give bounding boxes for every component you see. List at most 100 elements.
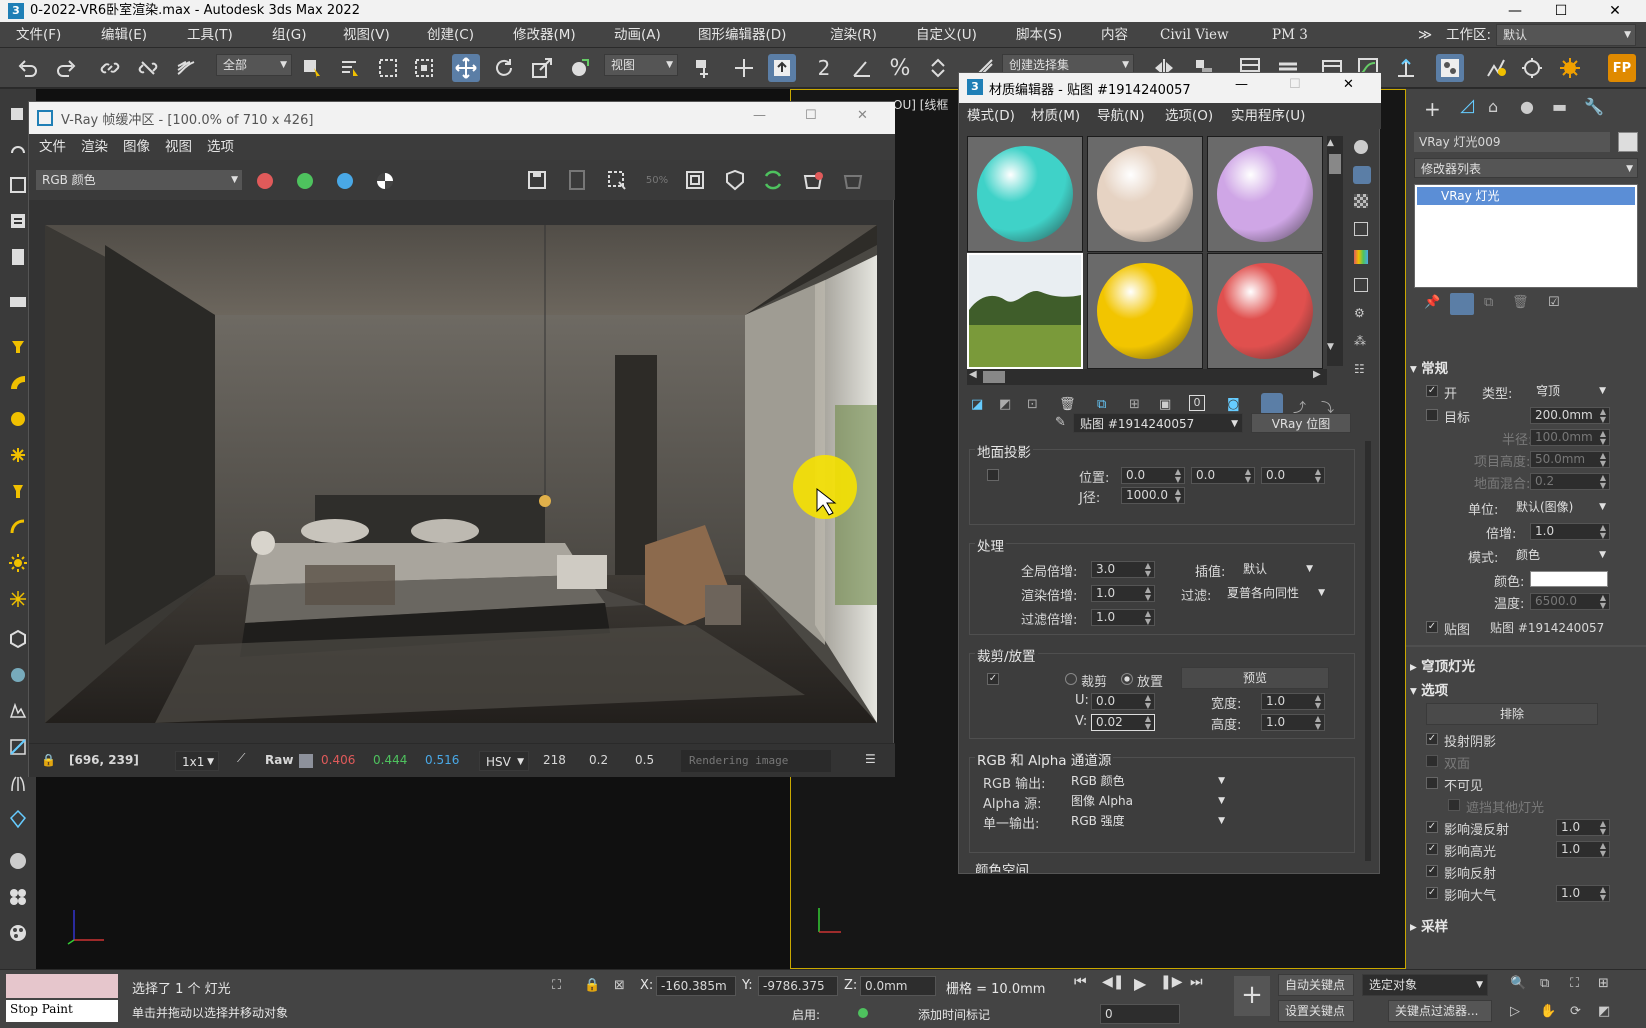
maxscript-mini-listener[interactable]: Stop Paint <box>6 1000 118 1022</box>
create-geometry-icon[interactable] <box>6 101 30 125</box>
vray-material-sphere-icon[interactable] <box>6 849 30 873</box>
vray-plane-icon[interactable] <box>6 371 30 395</box>
render-production-icon[interactable] <box>1556 54 1584 82</box>
u-field[interactable]: 0.0 ▲ ▼ <box>1091 693 1155 710</box>
enable-indicator-icon[interactable] <box>858 1008 868 1018</box>
menu-graph-editors[interactable]: 图形编辑器(D) <box>698 22 786 48</box>
params-scrollbar[interactable] <box>1365 441 1371 861</box>
slots-hscroll[interactable]: ◀ ▶ <box>967 369 1327 385</box>
pin-stack-icon[interactable]: 📌 <box>1424 295 1440 310</box>
camera-tool-icon[interactable] <box>6 289 30 313</box>
material-slot-4-selected[interactable] <box>967 253 1083 369</box>
unlink-icon[interactable] <box>134 54 162 82</box>
width-field[interactable]: 1.0 ▲ ▼ <box>1261 693 1325 710</box>
rect-select-icon[interactable] <box>374 54 402 82</box>
vfb-menu-file[interactable]: 文件 <box>39 134 66 160</box>
color-mode-dropdown[interactable]: HSV ▼ <box>479 751 529 771</box>
uv-tiling-icon[interactable] <box>1354 222 1368 236</box>
menu-animation[interactable]: 动画(A) <box>614 22 661 48</box>
maximize-viewport-icon[interactable]: ◩ <box>1598 1004 1610 1019</box>
doc-tool-icon[interactable] <box>6 245 30 269</box>
material-slot-3[interactable] <box>1207 136 1323 252</box>
map-name-field[interactable]: 贴图 #1914240057 ▼ <box>1073 413 1243 433</box>
light-type-dropdown[interactable]: 穹顶 ▼ <box>1530 381 1610 401</box>
set-key-icon[interactable]: + <box>1234 976 1270 1016</box>
list-tool-icon[interactable] <box>6 209 30 233</box>
selection-lock-icon[interactable]: 🔒 <box>584 978 600 993</box>
set-key-button[interactable]: 设置关键点 <box>1278 1000 1354 1022</box>
vray-ambient-icon[interactable] <box>6 587 30 611</box>
radius-field[interactable]: 1000.0 ▲ ▼ <box>1121 487 1185 504</box>
material-map-navigator-icon[interactable]: ☷ <box>1354 362 1368 376</box>
render-frame-window-icon[interactable] <box>1518 54 1546 82</box>
percent-snap-icon[interactable]: % <box>886 54 914 82</box>
scale-tool-icon[interactable] <box>528 54 556 82</box>
effects-channel-icon[interactable]: 0 <box>1189 395 1205 411</box>
target-checkbox[interactable] <box>1426 409 1438 421</box>
show-end-result-toggle-icon[interactable] <box>1450 293 1474 315</box>
vray-palette-icon[interactable] <box>6 921 30 945</box>
configure-modifier-sets-icon[interactable]: ☑ <box>1548 295 1560 310</box>
position-y-field[interactable]: 0.0 ▲ ▼ <box>1191 467 1255 484</box>
render-setup-icon[interactable] <box>1482 54 1510 82</box>
general-rollout-toggle[interactable]: ▾ 常规 <box>1410 357 1448 377</box>
current-frame-field[interactable]: 0 <box>1100 1004 1180 1024</box>
affect-reflections-checkbox[interactable]: ✓ <box>1426 865 1438 877</box>
menu-create[interactable]: 创建(C) <box>427 22 474 48</box>
menu-group[interactable]: 组(G) <box>272 22 307 48</box>
absolute-mode-icon[interactable]: ⊠ <box>614 978 625 993</box>
ground-projection-checkbox[interactable] <box>987 469 999 481</box>
menu-customize[interactable]: 自定义(U) <box>916 22 977 48</box>
menu-content[interactable]: 内容 <box>1101 22 1128 48</box>
angle-snap-icon[interactable] <box>848 54 876 82</box>
region-render-icon[interactable] <box>603 166 631 194</box>
menu-overflow-icon[interactable]: ≫ <box>1418 22 1432 48</box>
redo-icon[interactable] <box>52 54 80 82</box>
auto-key-button[interactable]: 自动关键点 <box>1278 974 1354 996</box>
modifier-stack-item[interactable]: VRay 灯光 <box>1417 187 1635 205</box>
vray-ies-icon[interactable] <box>6 443 30 467</box>
target-distance-field[interactable]: 200.0mm ▲ ▼ <box>1530 407 1610 424</box>
mated-minimize-icon[interactable]: — <box>1235 77 1248 92</box>
dome-light-rollout-toggle[interactable]: ▸ 穹顶灯光 <box>1410 655 1475 675</box>
orbit-icon[interactable]: ⟳ <box>1570 1004 1581 1019</box>
mated-menu-material[interactable]: 材质(M) <box>1031 103 1080 129</box>
link-icon[interactable] <box>96 54 124 82</box>
vray-decal-icon[interactable] <box>6 807 30 831</box>
background-icon[interactable] <box>1354 194 1368 208</box>
multiplier-field[interactable]: 1.0 ▲ ▼ <box>1530 523 1610 540</box>
vray-grass-icon[interactable] <box>6 771 30 795</box>
position-z-field[interactable]: 0.0 ▲ ▼ <box>1261 467 1325 484</box>
mode-dropdown[interactable]: 颜色 ▼ <box>1510 545 1610 565</box>
options-icon[interactable]: ⚙ <box>1354 306 1368 320</box>
vray-sphere-icon[interactable] <box>6 407 30 431</box>
alpha-source-dropdown[interactable]: 图像 Alpha ▼ <box>1065 791 1229 809</box>
window-crossing-icon[interactable] <box>410 54 438 82</box>
height-field[interactable]: 1.0 ▲ ▼ <box>1261 714 1325 731</box>
y-coord-field[interactable]: -9786.375 <box>758 976 838 996</box>
units-dropdown[interactable]: 默认(图像) ▼ <box>1510 497 1610 517</box>
crop-apply-checkbox[interactable]: ✓ <box>987 673 999 685</box>
make-preview-icon[interactable] <box>1354 278 1368 292</box>
color-picker-icon[interactable]: ⟋ <box>237 751 245 766</box>
ground-blend-field[interactable]: 0.2 ▲ ▼ <box>1530 473 1610 490</box>
select-object-icon[interactable] <box>298 54 326 82</box>
occlude-checkbox[interactable] <box>1448 799 1460 811</box>
double-sided-checkbox[interactable] <box>1426 755 1438 767</box>
rendered-image[interactable] <box>45 225 877 723</box>
make-unique-icon[interactable]: ⧉ <box>1097 397 1106 412</box>
rgb-output-dropdown[interactable]: RGB 颜色 ▼ <box>1065 771 1229 789</box>
light-color-swatch[interactable] <box>1530 571 1608 587</box>
bind-spacewarp-icon[interactable] <box>172 54 200 82</box>
vfb-channel-dropdown[interactable]: RGB 颜色 ▼ <box>35 169 243 191</box>
material-editor-icon[interactable] <box>1436 54 1464 82</box>
vfb-menu-options[interactable]: 选项 <box>207 134 234 160</box>
z-coord-field[interactable]: 0.0mm <box>860 976 936 996</box>
v-field[interactable]: 0.02 ▲ ▼ <box>1091 714 1155 731</box>
mono-output-dropdown[interactable]: RGB 强度 ▼ <box>1065 811 1229 829</box>
options-rollout-toggle[interactable]: ▾ 选项 <box>1410 679 1448 699</box>
vray-clipper-icon[interactable] <box>6 735 30 759</box>
assign-to-selection-icon[interactable]: ⊡ <box>1027 397 1038 412</box>
menu-file[interactable]: 文件(F) <box>16 22 61 48</box>
material-slot-1[interactable] <box>967 136 1083 252</box>
